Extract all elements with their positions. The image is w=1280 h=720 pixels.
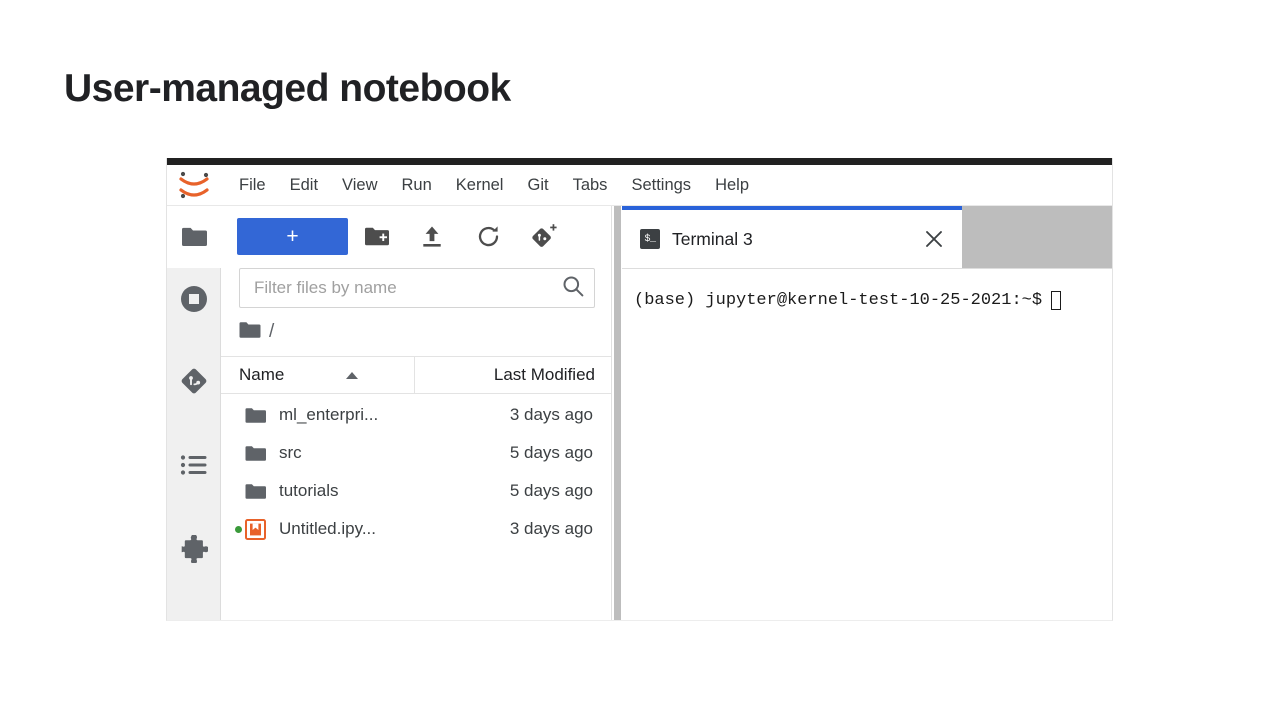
refresh-icon bbox=[477, 225, 500, 248]
sidebar-item-extensions[interactable] bbox=[167, 518, 221, 580]
file-last-modified: 3 days ago bbox=[509, 519, 593, 538]
breadcrumb-path[interactable]: / bbox=[269, 321, 274, 343]
list-item[interactable]: ml_enterpri... 3 days ago bbox=[221, 396, 611, 434]
window-title-bar bbox=[167, 158, 1112, 165]
folder-icon bbox=[245, 407, 273, 424]
upload-button[interactable] bbox=[404, 216, 460, 256]
file-last-modified: 5 days ago bbox=[509, 481, 593, 500]
sidebar-item-running-sessions[interactable] bbox=[167, 268, 221, 330]
terminal-prompt-text: (base) jupyter@kernel-test-10-25-2021:~$ bbox=[634, 291, 1043, 310]
menu-item-help[interactable]: Help bbox=[703, 172, 761, 199]
jupyter-logo-icon bbox=[175, 168, 213, 202]
menu-item-settings[interactable]: Settings bbox=[619, 172, 703, 199]
refresh-button[interactable] bbox=[460, 216, 516, 256]
terminal-cursor bbox=[1051, 291, 1062, 310]
folder-icon bbox=[245, 445, 273, 462]
breadcrumb[interactable]: / bbox=[221, 308, 611, 356]
filter-row bbox=[221, 266, 611, 308]
terminal-prompt-icon: $_ bbox=[640, 229, 660, 249]
list-icon bbox=[180, 454, 208, 476]
file-name: Untitled.ipy... bbox=[279, 519, 377, 538]
column-header-last-modified-label: Last Modified bbox=[493, 365, 595, 384]
file-last-modified: 3 days ago bbox=[509, 405, 593, 424]
list-item[interactable]: Untitled.ipy... 3 days ago bbox=[221, 510, 611, 548]
search-icon[interactable] bbox=[562, 275, 584, 302]
terminal-output[interactable]: (base) jupyter@kernel-test-10-25-2021:~$ bbox=[622, 268, 1112, 620]
menu-item-file[interactable]: File bbox=[227, 172, 278, 199]
tab-terminal-3[interactable]: $_ Terminal 3 bbox=[622, 206, 962, 268]
list-item[interactable]: tutorials 5 days ago bbox=[221, 472, 611, 510]
folder-icon bbox=[239, 321, 261, 344]
menu-item-tabs[interactable]: Tabs bbox=[561, 172, 620, 199]
menu-item-kernel[interactable]: Kernel bbox=[444, 172, 516, 199]
column-header-name[interactable]: Name bbox=[221, 357, 415, 393]
upload-icon bbox=[421, 225, 443, 248]
sort-ascending-icon bbox=[346, 371, 359, 379]
stop-circle-icon bbox=[180, 285, 208, 313]
new-folder-button[interactable] bbox=[348, 216, 404, 256]
jupyterlab-window: File Edit View Run Kernel Git Tabs Setti… bbox=[166, 158, 1113, 621]
dock-tab-bar: $_ Terminal 3 bbox=[622, 206, 1112, 268]
column-header-last-modified[interactable]: Last Modified bbox=[415, 357, 611, 393]
file-list-column-headers: Name Last Modified bbox=[221, 356, 611, 394]
file-name: ml_enterpri... bbox=[279, 405, 379, 424]
new-folder-icon bbox=[364, 226, 389, 247]
menu-item-git[interactable]: Git bbox=[515, 172, 560, 199]
tab-bar-empty-area bbox=[962, 206, 1112, 268]
file-name: src bbox=[279, 443, 302, 462]
filter-files-input[interactable] bbox=[254, 278, 562, 298]
file-last-modified: 5 days ago bbox=[509, 443, 593, 462]
menu-item-run[interactable]: Run bbox=[390, 172, 444, 199]
slide-root: User-managed notebook File Edit View Run… bbox=[0, 0, 1280, 720]
folder-icon bbox=[245, 483, 273, 500]
main-dock-area: $_ Terminal 3 (base) jupyter@kernel-test… bbox=[622, 206, 1112, 620]
window-body: + Filter files by name / Name Last Modif… bbox=[167, 206, 1112, 620]
menu-item-edit[interactable]: Edit bbox=[278, 172, 330, 199]
menu-bar: File Edit View Run Kernel Git Tabs Setti… bbox=[167, 165, 1112, 206]
tab-label: Terminal 3 bbox=[672, 228, 753, 249]
notebook-icon bbox=[245, 518, 273, 540]
running-indicator-dot bbox=[231, 525, 245, 533]
filter-box[interactable] bbox=[239, 268, 595, 308]
git-clone-button[interactable] bbox=[516, 216, 572, 256]
list-item[interactable]: src 5 days ago bbox=[221, 434, 611, 472]
menu-item-view[interactable]: View bbox=[330, 172, 389, 199]
column-header-name-label: Name bbox=[239, 365, 285, 384]
terminal-prompt-line: (base) jupyter@kernel-test-10-25-2021:~$ bbox=[634, 291, 1112, 310]
sidebar-item-file-browser[interactable] bbox=[167, 206, 221, 268]
git-clone-plus-icon bbox=[531, 223, 558, 249]
activity-sidebar bbox=[167, 206, 221, 620]
folder-icon bbox=[181, 226, 207, 248]
file-list: ml_enterpri... 3 days ago src 5 days ago bbox=[221, 394, 611, 620]
close-icon[interactable] bbox=[922, 227, 946, 251]
git-diamond-icon bbox=[180, 367, 208, 395]
file-browser-toolbar: + bbox=[221, 206, 611, 266]
sidebar-item-commands[interactable] bbox=[167, 434, 221, 496]
page-title: User-managed notebook bbox=[64, 67, 511, 110]
sidebar-item-git[interactable] bbox=[167, 350, 221, 412]
panel-splitter[interactable] bbox=[612, 206, 622, 620]
new-launcher-button[interactable]: + bbox=[237, 217, 348, 255]
puzzle-piece-icon bbox=[180, 535, 208, 563]
file-name: tutorials bbox=[279, 481, 339, 500]
file-browser-panel: + Filter files by name / Name Last Modif… bbox=[221, 206, 612, 620]
